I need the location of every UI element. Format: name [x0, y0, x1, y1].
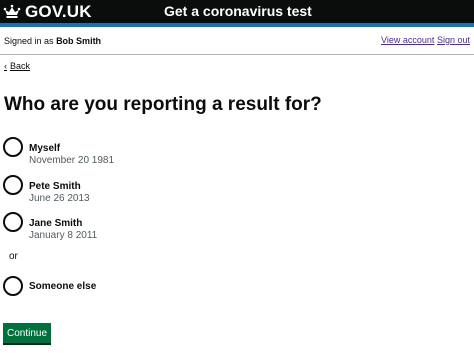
sign-out-link[interactable]: Sign out — [437, 35, 470, 45]
continue-button[interactable]: Continue — [3, 323, 51, 343]
account-bar: Signed in as Bob Smith View account Sign… — [0, 27, 474, 55]
radio-someone-else[interactable] — [3, 276, 23, 296]
radio-label-pete-smith[interactable]: Pete Smith — [29, 181, 81, 192]
radio-pete-smith[interactable] — [3, 175, 23, 195]
radio-label-jane-smith[interactable]: Jane Smith — [29, 218, 82, 229]
radio-hint-myself: November 20 1981 — [29, 155, 115, 166]
radio-label-someone-else[interactable]: Someone else — [29, 281, 96, 292]
chevron-left-icon: ‹ — [4, 61, 7, 71]
back-link-label: Back — [10, 61, 31, 71]
radio-jane-smith[interactable] — [3, 212, 23, 232]
logo-text: GOV.UK — [25, 1, 92, 21]
signed-in-prefix: Signed in as — [4, 36, 54, 46]
crown-icon — [3, 4, 21, 19]
radio-myself[interactable] — [3, 137, 23, 157]
signed-in-user: Bob Smith — [56, 36, 102, 46]
page-title: Who are you reporting a result for? — [4, 94, 322, 115]
service-name[interactable]: Get a coronavirus test — [164, 3, 312, 19]
radio-hint-pete-smith: June 26 2013 — [29, 193, 90, 204]
back-link[interactable]: ‹ Back — [4, 61, 30, 71]
view-account-link[interactable]: View account — [381, 35, 434, 45]
govuk-logo-link[interactable]: GOV.UK — [3, 2, 92, 21]
signed-in-text: Signed in as Bob Smith — [4, 36, 101, 46]
radio-label-myself[interactable]: Myself — [29, 143, 60, 154]
radio-hint-jane-smith: January 8 2011 — [29, 230, 98, 241]
radio-divider: or — [9, 251, 18, 262]
header-bar: GOV.UK Get a coronavirus test — [0, 0, 474, 25]
